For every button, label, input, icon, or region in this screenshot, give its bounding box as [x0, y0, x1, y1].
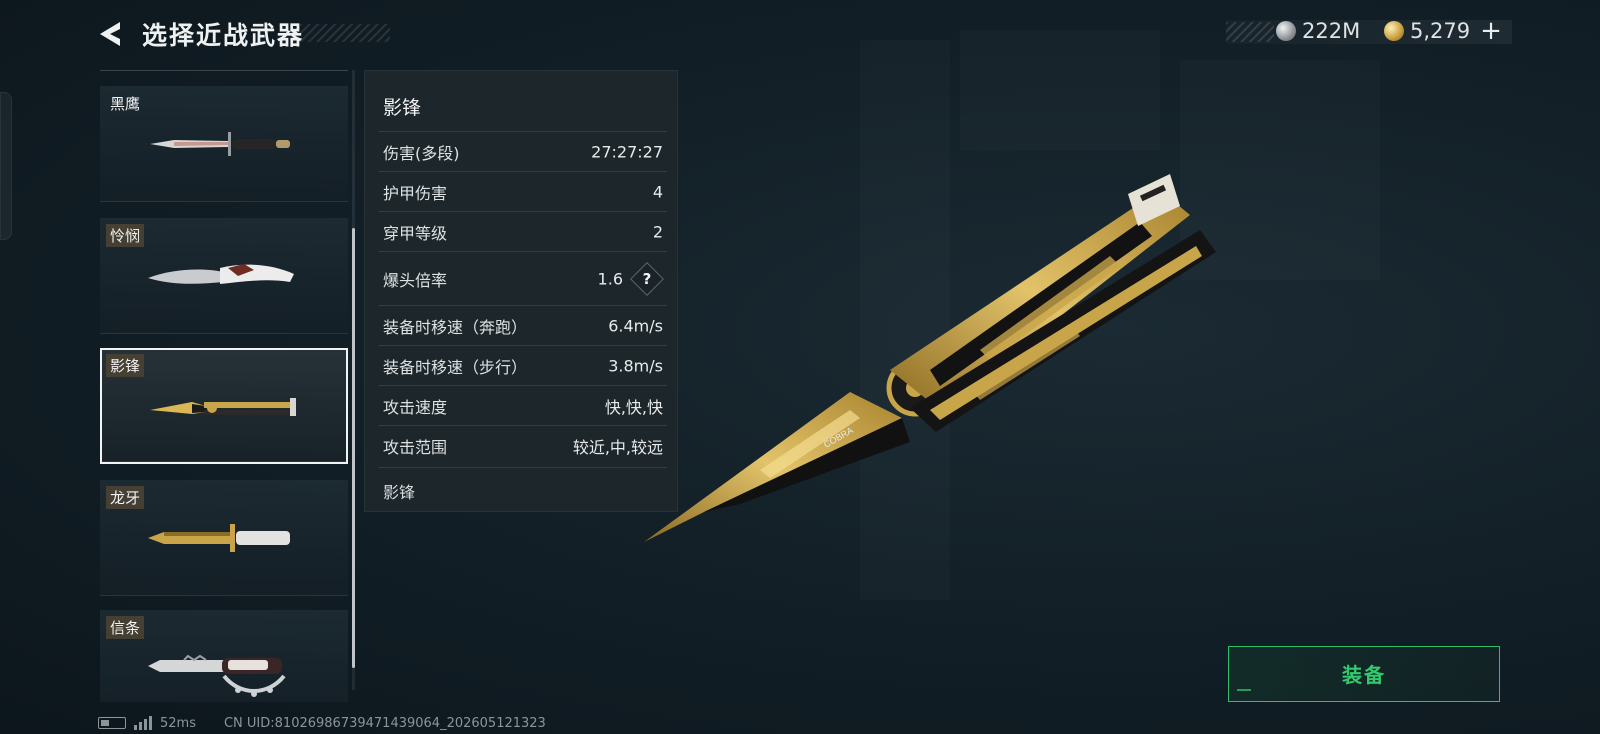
- stat-label: 攻击速度: [383, 397, 448, 417]
- stat-row-armor-damage: 护甲伤害 4: [379, 171, 667, 211]
- stat-row-penetration: 穿甲等级 2: [379, 211, 667, 251]
- stat-label: 爆头倍率: [383, 270, 448, 290]
- stat-label: 攻击范围: [383, 437, 448, 457]
- silver-currency: 222M: [1276, 19, 1360, 43]
- stat-label: 伤害(多段): [383, 143, 460, 163]
- list-scrollbar[interactable]: [352, 228, 355, 668]
- weapon-card-label: 怜悯: [106, 224, 145, 247]
- stat-label: 装备时移速（步行）: [383, 357, 528, 377]
- add-currency-button[interactable]: +: [1480, 18, 1502, 44]
- gold-currency: 5,279 +: [1384, 18, 1502, 44]
- stats-title: 影锋: [383, 97, 422, 119]
- user-uid: CN UID:81026986739471439064_202605121323: [223, 715, 546, 731]
- stat-row-run-speed: 装备时移速（奔跑） 6.4m/s: [379, 305, 667, 345]
- butterfly-knife-icon: [150, 398, 296, 416]
- silver-coin-icon: [1276, 21, 1296, 41]
- stats-divider: [379, 467, 667, 468]
- weapon-model-preview[interactable]: COBRA: [640, 160, 1240, 560]
- gold-coin-icon: [1384, 21, 1404, 41]
- silver-currency-value: 222M: [1302, 19, 1361, 43]
- stat-label: 装备时移速（奔跑）: [383, 317, 528, 337]
- stat-label: 护甲伤害: [383, 183, 448, 203]
- weapon-card-lianmin[interactable]: 怜悯: [100, 218, 348, 334]
- back-button[interactable]: [96, 18, 128, 50]
- knuckle-knife-icon: [148, 654, 286, 697]
- stat-value: 1.6: [597, 269, 623, 288]
- folding-knife-icon: [148, 264, 294, 284]
- top-bar: 选择近战武器 222M 5,279 +: [0, 0, 1600, 64]
- list-top-divider: [100, 70, 348, 71]
- gold-currency-value: 5,279: [1410, 19, 1471, 43]
- bayonet-icon: [148, 524, 290, 552]
- weapon-card-longya[interactable]: 龙牙: [100, 480, 348, 596]
- weapon-list: 黑鹰 怜悯 影锋 龙牙 信条: [100, 70, 348, 702]
- stat-row-attack-range: 攻击范围 较近,中,较远: [379, 425, 667, 465]
- side-drawer-handle[interactable]: [0, 92, 12, 240]
- equip-button-label: 装备: [1342, 663, 1386, 687]
- weapon-card-label: 影锋: [106, 354, 145, 377]
- weapon-card-label: 黑鹰: [110, 95, 141, 113]
- stat-value: 27:27:27: [591, 142, 663, 161]
- back-arrow-icon: [100, 22, 120, 46]
- equip-button[interactable]: 装备: [1228, 646, 1500, 702]
- stat-label: 穿甲等级: [383, 223, 448, 243]
- equip-button-decoration: [1237, 689, 1251, 691]
- weapon-card-xintiao[interactable]: 信条: [100, 610, 348, 702]
- stat-row-attack-speed: 攻击速度 快,快,快: [379, 385, 667, 425]
- weapon-card-heiying[interactable]: 黑鹰: [100, 86, 348, 202]
- weapon-card-yingfeng[interactable]: 影锋: [100, 348, 348, 464]
- stat-row-headshot: 爆头倍率 1.6 ?: [379, 251, 667, 305]
- dagger-icon: [150, 132, 290, 156]
- weapon-stats-panel: 影锋 伤害(多段) 27:27:27 护甲伤害 4 穿甲等级 2 爆头倍率 1.…: [364, 70, 678, 512]
- signal-strength-icon: [134, 716, 152, 730]
- stats-table: 伤害(多段) 27:27:27 护甲伤害 4 穿甲等级 2 爆头倍率 1.6 ?…: [379, 131, 667, 465]
- stat-row-damage: 伤害(多段) 27:27:27: [379, 131, 667, 171]
- weapon-card-label: 信条: [106, 616, 145, 639]
- ping-value: 52ms: [160, 715, 196, 731]
- battery-icon: [98, 717, 126, 729]
- stat-row-walk-speed: 装备时移速（步行） 3.8m/s: [379, 345, 667, 385]
- title-decoration: [300, 24, 390, 42]
- page-title: 选择近战武器: [142, 21, 305, 50]
- weapon-description: 影锋: [383, 483, 416, 502]
- status-bar: 52ms CN UID:81026986739471439064_2026051…: [98, 712, 546, 734]
- weapon-card-label: 龙牙: [106, 486, 145, 509]
- currency-decoration: [1226, 22, 1274, 42]
